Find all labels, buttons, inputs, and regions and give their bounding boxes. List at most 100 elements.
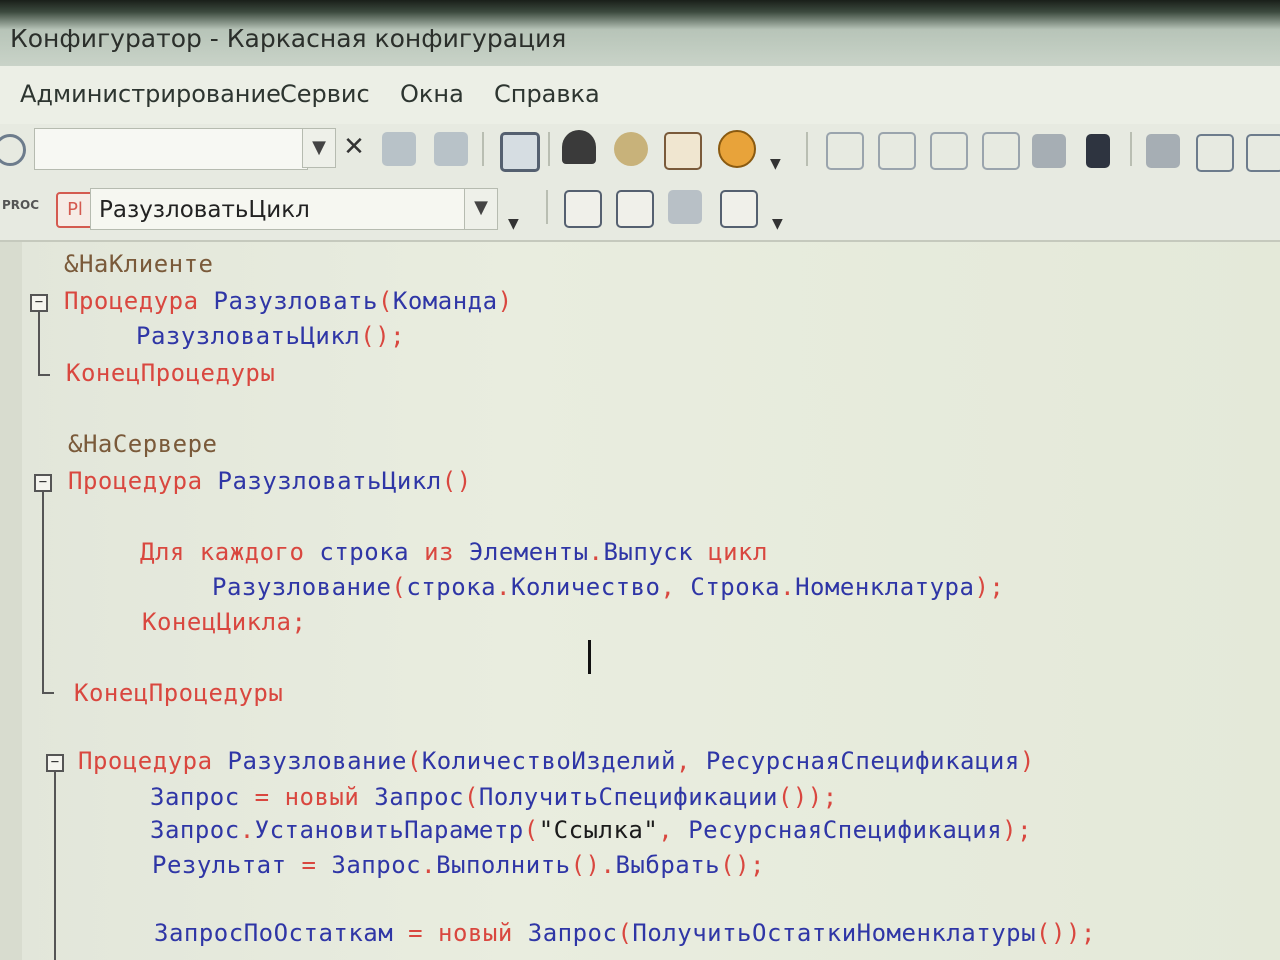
code-keyword: новый — [284, 783, 360, 811]
code-punct: . — [600, 851, 616, 879]
code-line: Запрос.УстановитьПараметр("Ссылка", Ресу… — [150, 816, 1032, 844]
code-keyword: Процедура — [64, 287, 199, 315]
code-punct: . — [588, 538, 604, 566]
template-icon[interactable] — [664, 132, 702, 170]
code-punct: ( — [617, 919, 633, 947]
go-to-definition-icon[interactable] — [1086, 134, 1110, 168]
delete-procedure-icon[interactable] — [720, 190, 758, 228]
text-cursor — [588, 640, 591, 674]
procedure-type-icon: Pl — [56, 192, 94, 228]
code-identifier: Количество — [511, 573, 661, 601]
window-restore-icon[interactable] — [1196, 134, 1234, 172]
fold-toggle-icon[interactable]: − — [30, 294, 48, 312]
menu-help[interactable]: Справка — [494, 80, 600, 108]
code-punct: . — [421, 851, 437, 879]
comment-block-icon[interactable] — [930, 132, 968, 170]
code-line: Процедура Разузловать(Команда) — [64, 287, 513, 315]
code-identifier: Разузловать — [213, 287, 378, 315]
code-punct: , — [675, 747, 691, 775]
code-identifier: Выбрать — [615, 851, 721, 879]
code-identifier: УстановитьПараметр — [254, 816, 524, 844]
code-identifier: Номенклатура — [795, 573, 975, 601]
code-identifier: РазузловатьЦикл — [136, 322, 361, 350]
chevron-down-icon[interactable]: ▼ — [508, 216, 519, 232]
toolbar-separator — [482, 132, 484, 166]
code-keyword: из — [424, 538, 454, 566]
new-procedure-icon[interactable] — [564, 190, 602, 228]
code-line: Запрос = новый Запрос(ПолучитьСпецификац… — [150, 783, 838, 811]
code-identifier: РесурснаяСпецификация — [688, 816, 1003, 844]
code-identifier: Строка — [690, 573, 781, 601]
find-previous-icon[interactable] — [434, 132, 468, 166]
chevron-down-icon[interactable]: ▼ — [772, 216, 783, 232]
code-punct: ) — [497, 287, 513, 315]
code-punct: = — [408, 919, 424, 947]
uncomment-block-icon[interactable] — [982, 132, 1020, 170]
window-tile-icon[interactable] — [1246, 134, 1280, 172]
procedure-properties-icon[interactable] — [668, 190, 702, 224]
chevron-down-icon[interactable]: ▼ — [770, 156, 781, 172]
procedure-dropdown-button[interactable]: ▼ — [464, 188, 498, 230]
code-punct: (); — [720, 851, 765, 879]
procedure-select-value: РазузловатьЦикл — [99, 197, 310, 223]
code-identifier: Запрос — [331, 851, 422, 879]
code-punct: = — [254, 783, 270, 811]
code-punct: ); — [974, 573, 1005, 601]
copy-window-icon[interactable] — [500, 132, 540, 172]
fold-toggle-icon[interactable]: − — [34, 474, 52, 492]
fold-line — [42, 492, 44, 692]
procedures-list-icon[interactable]: PROC — [2, 198, 39, 212]
code-punct: (); — [360, 322, 406, 350]
code-keyword: Процедура — [68, 467, 203, 495]
code-keyword: новый — [438, 919, 513, 947]
menu-administration[interactable]: Администрирование — [20, 80, 281, 108]
bookmark-icon[interactable] — [1032, 134, 1066, 168]
code-punct: ( — [463, 783, 479, 811]
code-line: Процедура РазузловатьЦикл() — [68, 467, 472, 495]
code-identifier: РазузловатьЦикл — [217, 467, 442, 495]
code-line: КонецЦикла; — [142, 608, 307, 636]
code-punct: ( — [391, 573, 407, 601]
code-punct: ( — [406, 747, 422, 775]
fold-toggle-icon[interactable]: − — [46, 754, 64, 772]
menu-service[interactable]: Сервис — [280, 80, 370, 108]
code-punct: ) — [1019, 747, 1035, 775]
code-identifier: строка — [319, 538, 410, 566]
search-clear-button[interactable]: ✕ — [338, 128, 370, 166]
code-line: Процедура Разузлование(КоличествоИзделий… — [78, 747, 1035, 775]
code-identifier: ПолучитьОстаткиНоменклатуры — [632, 919, 1037, 947]
code-punct: . — [496, 573, 511, 601]
toolbar-separator — [806, 132, 808, 166]
toolbar-separator — [546, 190, 548, 224]
code-identifier: строка — [406, 573, 497, 601]
menu-windows[interactable]: Окна — [400, 80, 464, 108]
editor-gutter — [0, 242, 22, 960]
title-bar: Конфигуратор - Каркасная конфигурация — [0, 0, 1280, 66]
code-punct: () — [441, 467, 472, 495]
indent-block-icon[interactable] — [826, 132, 864, 170]
toolbar-separator — [1130, 132, 1132, 166]
code-line: &НаСервере — [68, 430, 218, 458]
outdent-block-icon[interactable] — [878, 132, 916, 170]
code-punct: ( — [377, 287, 393, 315]
info-icon[interactable] — [718, 130, 756, 168]
fold-line — [38, 374, 50, 376]
fold-line — [42, 692, 54, 694]
search-input[interactable] — [34, 128, 308, 170]
wizard-icon[interactable] — [562, 130, 596, 164]
syntax-helper-icon[interactable] — [614, 132, 648, 166]
menu-bar: Администрирование Сервис Окна Справка — [0, 66, 1280, 125]
code-line: Разузлование(строка.Количество, Строка.Н… — [212, 573, 1004, 601]
procedure-help-icon[interactable] — [616, 190, 654, 228]
procedure-select[interactable]: РазузловатьЦикл — [90, 188, 466, 230]
window-title: Конфигуратор - Каркасная конфигурация — [10, 24, 567, 53]
code-punct: () — [570, 851, 601, 879]
code-punct: . — [239, 816, 255, 844]
module-structure-icon[interactable] — [1146, 134, 1180, 168]
code-identifier: Команда — [392, 287, 498, 315]
find-next-icon[interactable] — [382, 132, 416, 166]
code-punct: , — [660, 573, 676, 601]
code-punct: ()); — [1036, 919, 1096, 947]
code-line: КонецПроцедуры — [74, 679, 284, 707]
search-dropdown-button[interactable]: ▼ — [302, 128, 336, 168]
